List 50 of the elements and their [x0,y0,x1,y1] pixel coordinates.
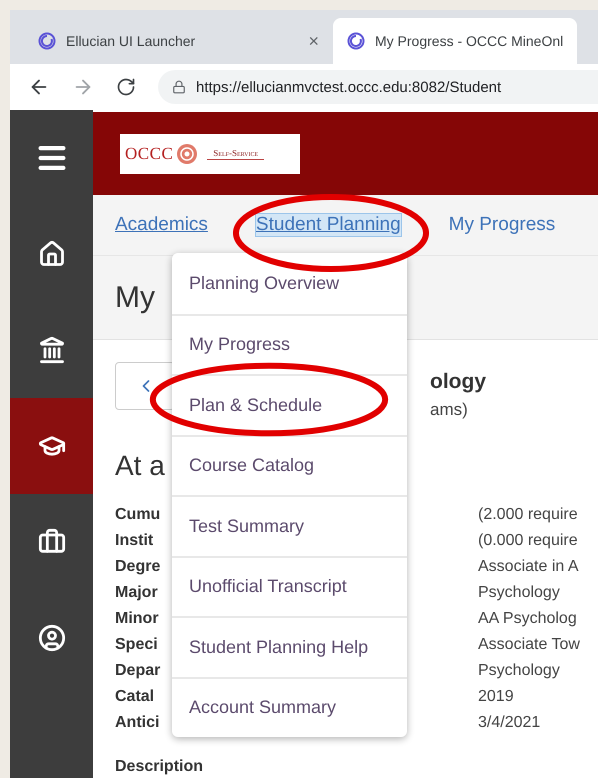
detail-label: Depar [115,661,160,681]
page-title: My [115,280,155,314]
menu-item[interactable]: Unofficial Transcript [172,556,407,616]
favicon-icon [347,32,365,50]
bank-icon [38,336,66,364]
detail-value: (0.000 require [478,531,579,551]
menu-item[interactable]: Account Summary [172,676,407,737]
detail-value: 3/4/2021 [478,713,542,733]
close-icon[interactable]: × [308,30,319,52]
detail-value: Psychology [478,583,561,603]
detail-label: Instit [115,531,154,551]
menu-item[interactable]: Course Catalog [172,434,407,495]
logo[interactable]: OCCC Self-Service [120,134,300,174]
home-icon [38,240,66,268]
logo-text: OCCC [125,144,174,164]
program-note: ams) [430,400,469,420]
menu-item[interactable]: Plan & Schedule [172,374,407,434]
detail-label: Catal [115,687,154,707]
menu-item[interactable]: My Progress [172,314,407,374]
detail-value: AA Psycholog [478,609,578,629]
detail-label: Speci [115,635,158,655]
nav-link[interactable]: Student Planning [256,214,401,236]
detail-value: Psychology [478,661,561,681]
description-heading: Description [115,758,204,776]
detail-label: Antici [115,713,160,733]
lock-icon [172,80,186,94]
program-name: ology [430,370,486,394]
browser-tab[interactable]: Ellucian UI Launcher × [24,18,333,64]
address-field[interactable]: https://ellucianmvctest.occc.edu:8082/Student [158,70,598,104]
section-title: At a [115,450,165,482]
detail-label: Minor [115,609,159,629]
nav-link[interactable]: Academics [115,214,208,236]
logo-tagline: Self-Service [207,148,264,160]
menu-item[interactable]: Planning Overview [172,253,407,314]
detail-label: Cumu [115,505,160,525]
detail-value: Associate Tow [478,635,581,655]
detail-label: Major [115,583,158,603]
detail-value: Associate in A [478,557,580,577]
reload-icon[interactable] [116,77,136,97]
sidebar-item[interactable] [10,398,93,494]
nav-link[interactable]: My Progress [448,214,556,236]
detail-value: 2019 [478,687,515,707]
favicon-icon [38,32,56,50]
detail-value: (2.000 require [478,505,579,525]
user-icon [38,624,66,652]
menu-item[interactable]: Student Planning Help [172,616,407,676]
seal-icon [176,142,198,164]
browser-tab[interactable]: My Progress - OCCC MineOnl [333,18,578,64]
detail-label: Degre [115,557,160,577]
menu-item[interactable]: Test Summary [172,495,407,556]
